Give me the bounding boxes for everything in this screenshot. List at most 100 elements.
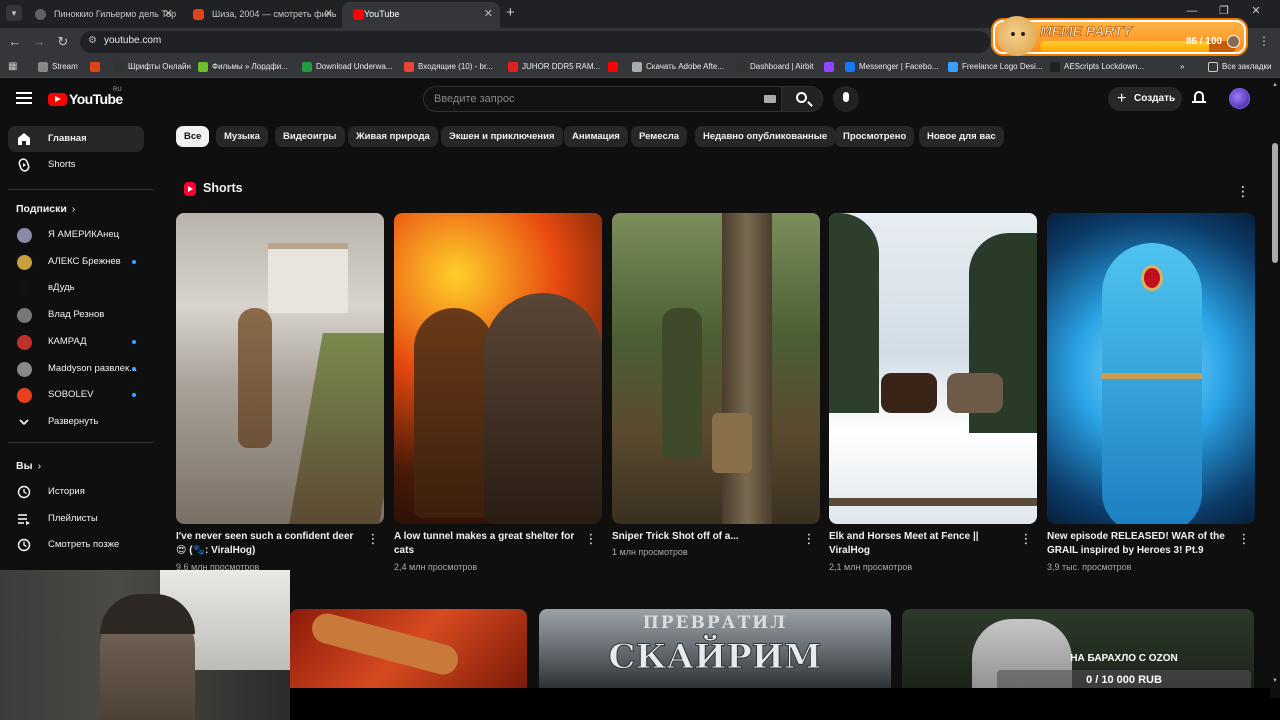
filter-chip[interactable]: Все [176,126,210,147]
bookmark-item[interactable]: Stream [38,60,78,74]
sidebar-item-playlists[interactable]: Плейлисты [8,506,144,532]
all-bookmarks-folder[interactable]: Все закладки [1208,60,1271,74]
minimize-icon[interactable]: — [1176,5,1208,17]
maximize-icon[interactable]: ❐ [1208,4,1240,17]
bookmark-item[interactable]: AEScripts Lockdown... [1050,60,1144,74]
sidebar-item-home[interactable]: Главная [8,126,144,152]
you-header[interactable]: Вы › [16,460,41,472]
page-scrollbar[interactable]: ▲ ▼ [1270,78,1280,698]
filter-chip[interactable]: Просмотрено [835,126,915,147]
bookmark-item[interactable] [90,60,104,74]
scroll-up-icon[interactable]: ▲ [1272,82,1278,88]
short-card[interactable]: I've never seen such a confident deer 😍 … [176,213,384,572]
browser-menu-icon[interactable]: ⋮ [1258,34,1270,48]
more-options-icon[interactable]: ⋮ [584,531,598,547]
apps-grid-icon[interactable]: ▦ [8,61,17,72]
short-title[interactable]: Sniper Trick Shot off of a... [612,530,798,544]
short-card[interactable]: Elk and Horses Meet at Fence || ViralHog… [829,213,1037,572]
more-options-icon[interactable]: ⋮ [366,531,380,547]
short-card[interactable]: New episode RELEASED! WAR of the GRAIL i… [1047,213,1255,572]
short-card[interactable]: A low tunnel makes a great shelter for c… [394,213,602,572]
short-card[interactable]: Sniper Trick Shot off of a... 1 млн прос… [612,213,820,557]
bookmark-item[interactable]: Download Underwa... [302,60,392,74]
sidebar-item-watch-later[interactable]: Смотреть позже [8,532,144,558]
menu-icon[interactable] [16,92,32,104]
short-thumbnail[interactable] [394,213,602,524]
sidebar-subscription[interactable]: Влад Резнов [8,302,144,328]
back-icon[interactable]: ← [6,33,24,51]
sidebar-subscription[interactable]: АЛЕКС Брежнев [8,249,144,275]
notifications-bell-icon[interactable] [1192,91,1206,105]
sidebar-item-history[interactable]: История [8,479,144,505]
browser-tab[interactable]: Пиноккио Гильермо дель Тор ✕ [24,2,180,28]
bookmark-favicon-icon [736,62,746,72]
filter-chip[interactable]: Ремесла [631,126,688,147]
bookmark-item[interactable]: Шрифты Онлайн [114,60,191,74]
short-thumbnail[interactable] [176,213,384,524]
sidebar-expand[interactable]: Развернуть [8,409,144,435]
subscriptions-header[interactable]: Подписки › [16,203,75,215]
tab-search-button[interactable]: ▾ [6,5,22,21]
more-bookmarks-icon[interactable]: » [1180,60,1184,74]
bookmark-item[interactable]: Фильмы » Лордфи... [198,60,288,74]
more-options-icon[interactable]: ⋮ [802,531,816,547]
sidebar-subscription[interactable]: Я АМЕРИКАнец [8,222,144,248]
bookmark-item[interactable]: Входящие (10) - br... [404,60,493,74]
sidebar-subscription[interactable]: Maddyson развлек... [8,356,144,382]
close-tab-icon[interactable]: ✕ [484,2,493,26]
short-title[interactable]: A low tunnel makes a great shelter for c… [394,530,580,558]
filter-chip[interactable]: Музыка [216,126,268,147]
video-thumbnail[interactable] [290,609,527,689]
history-icon [17,485,31,499]
donation-goal-amount: 0 / 10 000 RUB [997,670,1251,690]
video-thumbnail[interactable]: ПРЕВРАТИЛ СКАЙРИМ [539,609,891,689]
scrollbar-thumb[interactable] [1272,143,1278,263]
search-button[interactable] [781,86,823,112]
bookmark-item[interactable]: Dashboard | Airbit [736,60,813,74]
more-options-icon[interactable]: ⋮ [1236,183,1250,200]
close-tab-icon[interactable]: ✕ [324,2,333,26]
browser-tab-active[interactable]: YouTube ✕ [342,2,500,28]
search-input[interactable]: Введите запрос [423,86,787,112]
filter-chip[interactable]: Анимация [564,126,628,147]
close-tab-icon[interactable]: ✕ [164,2,173,26]
create-button[interactable]: + Создать [1108,87,1182,111]
sidebar-subscription[interactable]: SOBOLEV [8,382,144,408]
filter-chip[interactable]: Живая природа [348,126,438,147]
bookmark-item[interactable]: Messenger | Facebo... [845,60,938,74]
forward-icon[interactable]: → [30,33,48,51]
short-thumbnail[interactable] [829,213,1037,524]
omnibox[interactable]: ⚙ youtube.com [80,31,990,53]
site-info-icon[interactable]: ⚙ [88,35,97,46]
account-avatar[interactable] [1229,88,1250,109]
sidebar-item-shorts[interactable]: Shorts [8,152,144,178]
bookmark-item[interactable]: JUHOR DDR5 RAM... [508,60,600,74]
meme-party-widget: MEME PARTY 86 / 100 [993,16,1246,56]
filter-chip[interactable]: Экшен и приключения [441,126,563,147]
tab-favicon [193,9,204,20]
reload-icon[interactable]: ↻ [54,33,72,51]
close-window-icon[interactable]: ✕ [1240,4,1272,17]
browser-tab[interactable]: Шиза, 2004 — смотреть филь ✕ [182,2,340,28]
more-options-icon[interactable]: ⋮ [1019,531,1033,547]
short-title[interactable]: I've never seen such a confident deer 😍 … [176,530,362,558]
filter-chip[interactable]: Новое для вас [919,126,1004,147]
short-title[interactable]: Elk and Horses Meet at Fence || ViralHog [829,530,1015,558]
new-tab-icon[interactable]: + [506,4,515,21]
filter-chip[interactable]: Видеоигры [275,126,345,147]
sidebar-item-label: Развернуть [48,416,99,427]
bookmark-item[interactable] [608,60,622,74]
short-title[interactable]: New episode RELEASED! WAR of the GRAIL i… [1047,530,1233,558]
keyboard-icon[interactable] [764,95,776,103]
short-thumbnail[interactable] [1047,213,1255,524]
voice-search-button[interactable] [833,86,859,112]
bookmark-item[interactable]: Скачать Adobe Afte... [632,60,724,74]
sidebar-subscription[interactable]: КАМРАД [8,329,144,355]
bookmark-item[interactable]: Freelance Logo Desi... [948,60,1043,74]
filter-chip[interactable]: Недавно опубликованные [695,126,836,147]
bookmark-item[interactable] [824,60,838,74]
more-options-icon[interactable]: ⋮ [1237,531,1251,547]
scroll-down-icon[interactable]: ▼ [1272,678,1278,684]
short-thumbnail[interactable] [612,213,820,524]
sidebar-subscription[interactable]: вДудь [8,275,144,301]
